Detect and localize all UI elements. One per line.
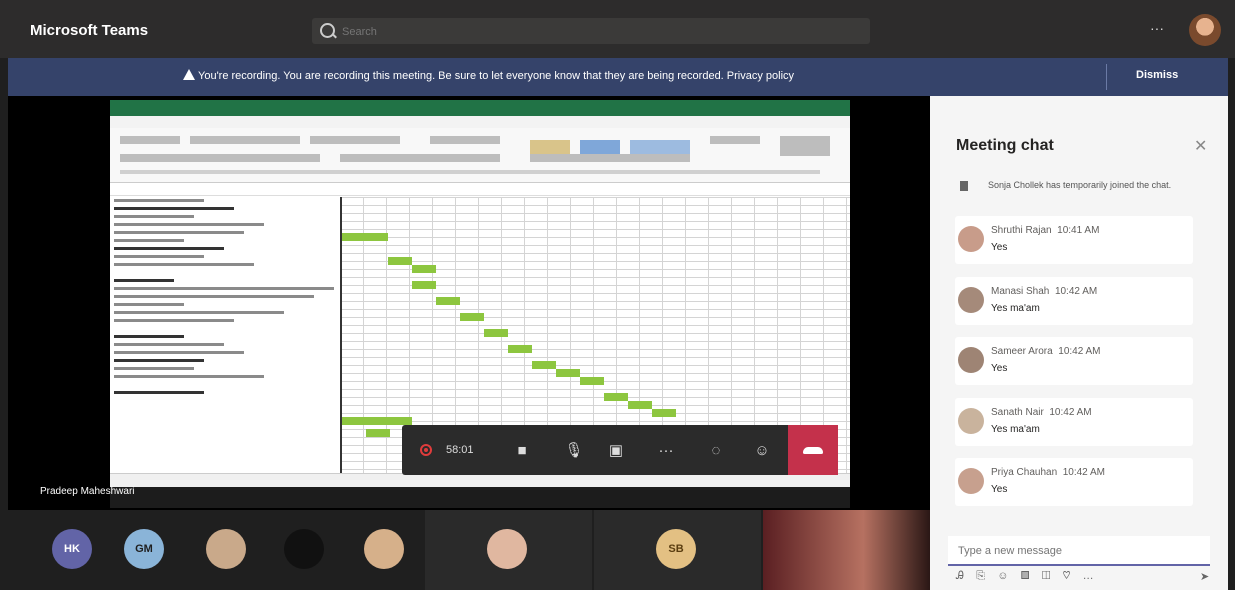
emoji-icon[interactable]: ☺	[997, 570, 1008, 582]
presenter-name: Pradeep Maheshwari	[40, 486, 135, 497]
meeting-chat-panel: Meeting chat ✕ Sonja Chollek has tempora…	[930, 96, 1228, 590]
avatar	[958, 468, 984, 494]
people-icon: ☺	[754, 441, 770, 459]
profile-avatar[interactable]	[1189, 14, 1221, 46]
participant-avatar[interactable]: HK	[52, 529, 92, 569]
chat-icon: ◌	[711, 441, 721, 459]
app-title: Microsoft Teams	[30, 22, 149, 39]
camera-icon: ■	[517, 441, 527, 459]
message-meta: Sanath Nair 10:42 AM	[991, 407, 1092, 418]
message-text: Yes	[991, 363, 1008, 374]
chat-message: Shruthi Rajan 10:41 AM Yes	[955, 216, 1193, 264]
gantt-task-column	[110, 197, 342, 473]
participant-avatar: SB	[656, 529, 696, 569]
recording-message: You're recording. You are recording this…	[198, 70, 795, 82]
chat-message: Manasi Shah 10:42 AM Yes ma'am	[955, 277, 1193, 325]
more-options-button[interactable]: ···	[1150, 20, 1164, 36]
hang-up-button[interactable]	[788, 425, 838, 475]
system-message-text: Sonja Chollek has temporarily joined the…	[988, 180, 1172, 190]
search-icon	[320, 23, 335, 38]
close-chat-button[interactable]: ✕	[1194, 136, 1207, 156]
chat-message: Sanath Nair 10:42 AM Yes ma'am	[955, 398, 1193, 446]
participant-tile[interactable]: SB	[594, 510, 761, 590]
gif-icon[interactable]: ▤	[1021, 570, 1030, 582]
participant-avatar	[487, 529, 527, 569]
message-text: Yes ma'am	[991, 424, 1040, 435]
praise-icon[interactable]: ♡	[1063, 570, 1071, 582]
warning-icon	[183, 69, 195, 80]
avatar	[958, 287, 984, 313]
participants-button[interactable]: ☺	[738, 425, 786, 475]
excel-sheet-tabs	[110, 473, 850, 488]
excel-formula-bar	[110, 183, 850, 196]
chat-button[interactable]: ◌	[692, 425, 740, 475]
participant-avatar[interactable]: GM	[124, 529, 164, 569]
search-box[interactable]	[312, 18, 870, 46]
message-text: Yes	[991, 484, 1008, 495]
message-meta: Shruthi Rajan 10:41 AM	[991, 225, 1100, 236]
participant-avatar[interactable]	[284, 529, 324, 569]
compose-box[interactable]	[948, 536, 1210, 566]
search-input[interactable]	[340, 18, 844, 46]
dismiss-button[interactable]: Dismiss	[1136, 69, 1178, 81]
message-meta: Priya Chauhan 10:42 AM	[991, 467, 1105, 478]
participant-avatar[interactable]	[364, 529, 404, 569]
phone-hangup-icon	[803, 446, 823, 454]
message-text: Yes	[991, 242, 1008, 253]
share-screen-icon: ▣	[608, 442, 624, 459]
chat-message: Priya Chauhan 10:42 AM Yes	[955, 458, 1193, 506]
avatar	[958, 408, 984, 434]
recording-indicator	[402, 425, 450, 475]
chat-title: Meeting chat	[956, 137, 1054, 154]
sticker-icon[interactable]: ◫	[1042, 570, 1051, 582]
record-icon	[420, 444, 432, 456]
shared-taskbar	[110, 487, 850, 508]
attach-icon[interactable]: ⎘	[976, 570, 985, 582]
avatar	[958, 347, 984, 373]
document-icon	[960, 181, 968, 191]
avatar	[958, 226, 984, 252]
banner-divider	[1106, 64, 1107, 90]
message-text: Yes ma'am	[991, 303, 1040, 314]
excel-ribbon	[110, 128, 850, 183]
format-icon[interactable]: Ꭿ	[956, 570, 964, 582]
mute-button[interactable]: 🎙	[550, 425, 598, 475]
send-icon[interactable]: ➤	[1200, 570, 1209, 583]
close-icon: ✕	[1194, 138, 1208, 155]
message-meta: Manasi Shah 10:42 AM	[991, 286, 1098, 297]
participant-video[interactable]	[763, 510, 930, 590]
share-button[interactable]: ▣	[592, 425, 640, 475]
compose-toolbar: Ꭿ ⎘ ☺ ▤ ◫ ♡ … ➤	[956, 570, 1216, 584]
more-actions-button[interactable]: ···	[642, 425, 690, 475]
participant-strip: HK GM SB	[8, 510, 930, 590]
chat-message: Sameer Arora 10:42 AM Yes	[955, 337, 1193, 385]
title-bar: Microsoft Teams ···	[0, 0, 1235, 58]
more-icon[interactable]: …	[1083, 570, 1094, 582]
excel-title-bar	[110, 100, 850, 116]
participant-tile[interactable]	[425, 510, 592, 590]
call-timer: 58:01	[446, 444, 474, 456]
recording-banner: You're recording. You are recording this…	[8, 58, 1228, 96]
camera-button[interactable]: ■	[498, 425, 546, 475]
mic-off-icon: 🎙	[564, 442, 584, 459]
message-meta: Sameer Arora 10:42 AM	[991, 346, 1101, 357]
message-input[interactable]	[956, 542, 1200, 560]
participant-avatar[interactable]	[206, 529, 246, 569]
